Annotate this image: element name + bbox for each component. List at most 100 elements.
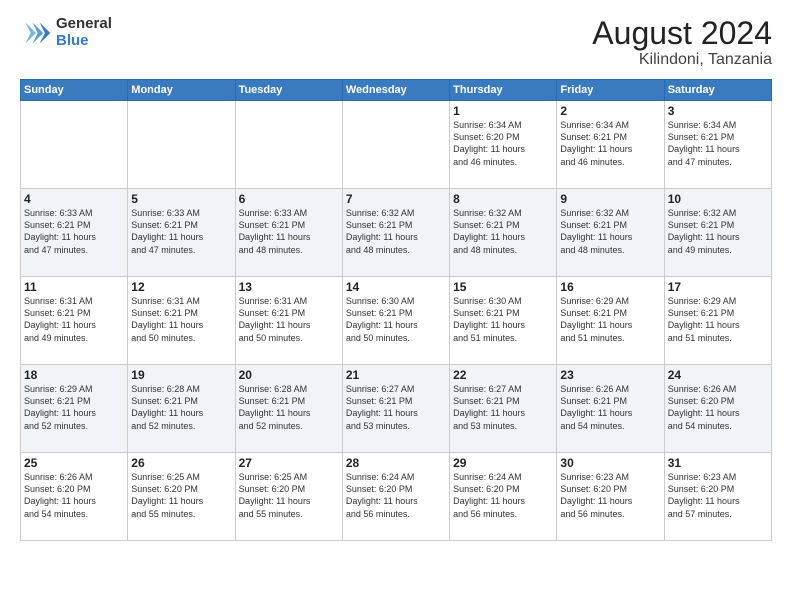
day-info: Sunrise: 6:29 AM Sunset: 6:21 PM Dayligh… xyxy=(24,383,124,432)
calendar-cell: 23Sunrise: 6:26 AM Sunset: 6:21 PM Dayli… xyxy=(557,365,664,453)
day-info: Sunrise: 6:24 AM Sunset: 6:20 PM Dayligh… xyxy=(346,471,446,520)
day-number: 30 xyxy=(560,456,660,470)
day-info: Sunrise: 6:26 AM Sunset: 6:21 PM Dayligh… xyxy=(560,383,660,432)
calendar-cell: 30Sunrise: 6:23 AM Sunset: 6:20 PM Dayli… xyxy=(557,453,664,541)
day-number: 26 xyxy=(131,456,231,470)
header: General Blue August 2024 Kilindoni, Tanz… xyxy=(20,16,772,69)
logo-icon xyxy=(20,17,52,49)
calendar-cell: 3Sunrise: 6:34 AM Sunset: 6:21 PM Daylig… xyxy=(664,101,771,189)
calendar-week-row: 11Sunrise: 6:31 AM Sunset: 6:21 PM Dayli… xyxy=(21,277,772,365)
calendar-cell: 11Sunrise: 6:31 AM Sunset: 6:21 PM Dayli… xyxy=(21,277,128,365)
calendar-cell: 12Sunrise: 6:31 AM Sunset: 6:21 PM Dayli… xyxy=(128,277,235,365)
calendar-table: Sunday Monday Tuesday Wednesday Thursday… xyxy=(20,79,772,541)
day-number: 29 xyxy=(453,456,553,470)
day-info: Sunrise: 6:25 AM Sunset: 6:20 PM Dayligh… xyxy=(131,471,231,520)
logo-text: General Blue xyxy=(56,16,112,49)
day-number: 18 xyxy=(24,368,124,382)
calendar-cell: 24Sunrise: 6:26 AM Sunset: 6:20 PM Dayli… xyxy=(664,365,771,453)
day-number: 10 xyxy=(668,192,768,206)
day-number: 2 xyxy=(560,104,660,118)
header-wednesday: Wednesday xyxy=(342,80,449,101)
calendar-cell: 2Sunrise: 6:34 AM Sunset: 6:21 PM Daylig… xyxy=(557,101,664,189)
logo-blue-text: Blue xyxy=(56,33,112,50)
day-number: 12 xyxy=(131,280,231,294)
calendar-cell: 26Sunrise: 6:25 AM Sunset: 6:20 PM Dayli… xyxy=(128,453,235,541)
calendar-cell: 7Sunrise: 6:32 AM Sunset: 6:21 PM Daylig… xyxy=(342,189,449,277)
day-number: 6 xyxy=(239,192,339,206)
header-monday: Monday xyxy=(128,80,235,101)
day-info: Sunrise: 6:33 AM Sunset: 6:21 PM Dayligh… xyxy=(239,207,339,256)
day-number: 13 xyxy=(239,280,339,294)
day-info: Sunrise: 6:23 AM Sunset: 6:20 PM Dayligh… xyxy=(560,471,660,520)
weekday-header-row: Sunday Monday Tuesday Wednesday Thursday… xyxy=(21,80,772,101)
day-number: 24 xyxy=(668,368,768,382)
day-number: 11 xyxy=(24,280,124,294)
day-info: Sunrise: 6:34 AM Sunset: 6:21 PM Dayligh… xyxy=(668,119,768,168)
day-info: Sunrise: 6:29 AM Sunset: 6:21 PM Dayligh… xyxy=(668,295,768,344)
logo: General Blue xyxy=(20,16,112,49)
day-info: Sunrise: 6:30 AM Sunset: 6:21 PM Dayligh… xyxy=(346,295,446,344)
calendar-cell: 17Sunrise: 6:29 AM Sunset: 6:21 PM Dayli… xyxy=(664,277,771,365)
calendar-cell: 9Sunrise: 6:32 AM Sunset: 6:21 PM Daylig… xyxy=(557,189,664,277)
calendar-cell: 6Sunrise: 6:33 AM Sunset: 6:21 PM Daylig… xyxy=(235,189,342,277)
calendar-week-row: 1Sunrise: 6:34 AM Sunset: 6:20 PM Daylig… xyxy=(21,101,772,189)
calendar-cell: 21Sunrise: 6:27 AM Sunset: 6:21 PM Dayli… xyxy=(342,365,449,453)
day-number: 27 xyxy=(239,456,339,470)
day-info: Sunrise: 6:34 AM Sunset: 6:21 PM Dayligh… xyxy=(560,119,660,168)
calendar-week-row: 18Sunrise: 6:29 AM Sunset: 6:21 PM Dayli… xyxy=(21,365,772,453)
calendar-cell xyxy=(235,101,342,189)
calendar-week-row: 25Sunrise: 6:26 AM Sunset: 6:20 PM Dayli… xyxy=(21,453,772,541)
page: General Blue August 2024 Kilindoni, Tanz… xyxy=(0,0,792,612)
calendar-cell: 29Sunrise: 6:24 AM Sunset: 6:20 PM Dayli… xyxy=(450,453,557,541)
calendar-cell: 22Sunrise: 6:27 AM Sunset: 6:21 PM Dayli… xyxy=(450,365,557,453)
calendar-cell: 13Sunrise: 6:31 AM Sunset: 6:21 PM Dayli… xyxy=(235,277,342,365)
day-number: 21 xyxy=(346,368,446,382)
calendar-cell: 15Sunrise: 6:30 AM Sunset: 6:21 PM Dayli… xyxy=(450,277,557,365)
day-number: 31 xyxy=(668,456,768,470)
day-info: Sunrise: 6:31 AM Sunset: 6:21 PM Dayligh… xyxy=(131,295,231,344)
day-number: 4 xyxy=(24,192,124,206)
day-number: 16 xyxy=(560,280,660,294)
day-number: 20 xyxy=(239,368,339,382)
header-thursday: Thursday xyxy=(450,80,557,101)
day-info: Sunrise: 6:28 AM Sunset: 6:21 PM Dayligh… xyxy=(131,383,231,432)
day-info: Sunrise: 6:34 AM Sunset: 6:20 PM Dayligh… xyxy=(453,119,553,168)
header-sunday: Sunday xyxy=(21,80,128,101)
day-info: Sunrise: 6:27 AM Sunset: 6:21 PM Dayligh… xyxy=(346,383,446,432)
calendar-cell: 14Sunrise: 6:30 AM Sunset: 6:21 PM Dayli… xyxy=(342,277,449,365)
day-info: Sunrise: 6:32 AM Sunset: 6:21 PM Dayligh… xyxy=(560,207,660,256)
title-month: August 2024 xyxy=(592,16,772,51)
calendar-cell: 8Sunrise: 6:32 AM Sunset: 6:21 PM Daylig… xyxy=(450,189,557,277)
day-number: 14 xyxy=(346,280,446,294)
day-number: 22 xyxy=(453,368,553,382)
day-info: Sunrise: 6:24 AM Sunset: 6:20 PM Dayligh… xyxy=(453,471,553,520)
logo-general-text: General xyxy=(56,16,112,33)
calendar-cell: 20Sunrise: 6:28 AM Sunset: 6:21 PM Dayli… xyxy=(235,365,342,453)
day-info: Sunrise: 6:25 AM Sunset: 6:20 PM Dayligh… xyxy=(239,471,339,520)
day-info: Sunrise: 6:31 AM Sunset: 6:21 PM Dayligh… xyxy=(239,295,339,344)
day-info: Sunrise: 6:33 AM Sunset: 6:21 PM Dayligh… xyxy=(24,207,124,256)
calendar-week-row: 4Sunrise: 6:33 AM Sunset: 6:21 PM Daylig… xyxy=(21,189,772,277)
calendar-cell: 31Sunrise: 6:23 AM Sunset: 6:20 PM Dayli… xyxy=(664,453,771,541)
title-block: August 2024 Kilindoni, Tanzania xyxy=(592,16,772,69)
day-number: 25 xyxy=(24,456,124,470)
calendar-cell: 27Sunrise: 6:25 AM Sunset: 6:20 PM Dayli… xyxy=(235,453,342,541)
calendar-cell: 1Sunrise: 6:34 AM Sunset: 6:20 PM Daylig… xyxy=(450,101,557,189)
calendar-cell: 19Sunrise: 6:28 AM Sunset: 6:21 PM Dayli… xyxy=(128,365,235,453)
day-info: Sunrise: 6:28 AM Sunset: 6:21 PM Dayligh… xyxy=(239,383,339,432)
day-number: 7 xyxy=(346,192,446,206)
calendar-cell: 18Sunrise: 6:29 AM Sunset: 6:21 PM Dayli… xyxy=(21,365,128,453)
day-number: 19 xyxy=(131,368,231,382)
calendar-cell: 25Sunrise: 6:26 AM Sunset: 6:20 PM Dayli… xyxy=(21,453,128,541)
day-info: Sunrise: 6:27 AM Sunset: 6:21 PM Dayligh… xyxy=(453,383,553,432)
calendar-cell: 28Sunrise: 6:24 AM Sunset: 6:20 PM Dayli… xyxy=(342,453,449,541)
title-location: Kilindoni, Tanzania xyxy=(592,51,772,69)
calendar-cell xyxy=(128,101,235,189)
day-number: 17 xyxy=(668,280,768,294)
day-info: Sunrise: 6:23 AM Sunset: 6:20 PM Dayligh… xyxy=(668,471,768,520)
day-info: Sunrise: 6:31 AM Sunset: 6:21 PM Dayligh… xyxy=(24,295,124,344)
header-tuesday: Tuesday xyxy=(235,80,342,101)
day-info: Sunrise: 6:32 AM Sunset: 6:21 PM Dayligh… xyxy=(668,207,768,256)
day-info: Sunrise: 6:32 AM Sunset: 6:21 PM Dayligh… xyxy=(453,207,553,256)
header-friday: Friday xyxy=(557,80,664,101)
